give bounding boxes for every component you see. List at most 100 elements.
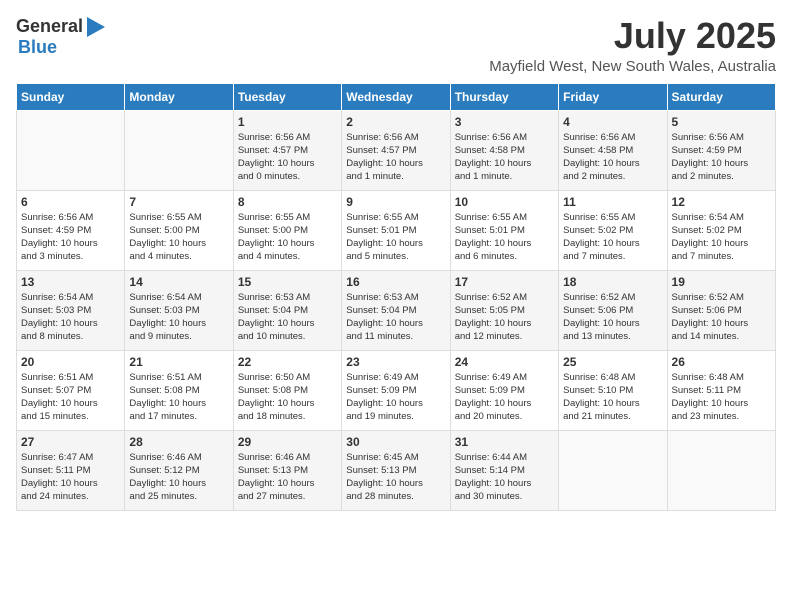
day-info: Sunrise: 6:49 AM Sunset: 5:09 PM Dayligh… xyxy=(455,371,554,424)
calendar-cell: 31 Sunrise: 6:44 AM Sunset: 5:14 PM Dayli… xyxy=(450,430,558,510)
title-block: July 2025 Mayfield West, New South Wales… xyxy=(489,16,776,75)
day-info: Sunrise: 6:55 AM Sunset: 5:02 PM Dayligh… xyxy=(563,211,662,264)
day-info: Sunrise: 6:54 AM Sunset: 5:02 PM Dayligh… xyxy=(672,211,771,264)
calendar-cell: 28 Sunrise: 6:46 AM Sunset: 5:12 PM Dayli… xyxy=(125,430,233,510)
calendar-cell: 15 Sunrise: 6:53 AM Sunset: 5:04 PM Dayli… xyxy=(233,270,341,350)
page-header: General Blue July 2025 Mayfield West, Ne… xyxy=(16,16,776,75)
calendar-cell: 5 Sunrise: 6:56 AM Sunset: 4:59 PM Daylig… xyxy=(667,110,775,190)
column-header-thursday: Thursday xyxy=(450,83,558,110)
header-row: SundayMondayTuesdayWednesdayThursdayFrid… xyxy=(17,83,776,110)
day-info: Sunrise: 6:45 AM Sunset: 5:13 PM Dayligh… xyxy=(346,451,445,504)
day-info: Sunrise: 6:44 AM Sunset: 5:14 PM Dayligh… xyxy=(455,451,554,504)
logo-general-text: General xyxy=(16,16,83,37)
calendar-cell: 7 Sunrise: 6:55 AM Sunset: 5:00 PM Daylig… xyxy=(125,190,233,270)
day-info: Sunrise: 6:50 AM Sunset: 5:08 PM Dayligh… xyxy=(238,371,337,424)
day-number: 31 xyxy=(455,435,554,449)
calendar-cell xyxy=(667,430,775,510)
calendar-cell: 22 Sunrise: 6:50 AM Sunset: 5:08 PM Dayli… xyxy=(233,350,341,430)
calendar-cell: 6 Sunrise: 6:56 AM Sunset: 4:59 PM Daylig… xyxy=(17,190,125,270)
day-number: 14 xyxy=(129,275,228,289)
calendar-week-1: 1 Sunrise: 6:56 AM Sunset: 4:57 PM Daylig… xyxy=(17,110,776,190)
calendar-cell: 11 Sunrise: 6:55 AM Sunset: 5:02 PM Dayli… xyxy=(559,190,667,270)
calendar-cell: 17Sunrise: 6:52 AM Sunset: 5:05 PM Dayli… xyxy=(450,270,558,350)
calendar-cell: 29Sunrise: 6:46 AM Sunset: 5:13 PM Dayli… xyxy=(233,430,341,510)
calendar-cell: 21Sunrise: 6:51 AM Sunset: 5:08 PM Dayli… xyxy=(125,350,233,430)
day-info: Sunrise: 6:54 AM Sunset: 5:03 PM Dayligh… xyxy=(129,291,228,344)
day-number: 30 xyxy=(346,435,445,449)
calendar-cell: 13 Sunrise: 6:54 AM Sunset: 5:03 PM Dayli… xyxy=(17,270,125,350)
calendar-cell: 26Sunrise: 6:48 AM Sunset: 5:11 PM Dayli… xyxy=(667,350,775,430)
column-header-saturday: Saturday xyxy=(667,83,775,110)
day-number: 1 xyxy=(238,115,337,129)
logo: General Blue xyxy=(16,16,105,58)
day-number: 16 xyxy=(346,275,445,289)
calendar-cell: 12 Sunrise: 6:54 AM Sunset: 5:02 PM Dayli… xyxy=(667,190,775,270)
calendar-cell: 19 Sunrise: 6:52 AM Sunset: 5:06 PM Dayli… xyxy=(667,270,775,350)
day-number: 10 xyxy=(455,195,554,209)
calendar-cell xyxy=(125,110,233,190)
calendar-cell: 30 Sunrise: 6:45 AM Sunset: 5:13 PM Dayli… xyxy=(342,430,450,510)
day-info: Sunrise: 6:46 AM Sunset: 5:12 PM Dayligh… xyxy=(129,451,228,504)
calendar-cell: 14 Sunrise: 6:54 AM Sunset: 5:03 PM Dayli… xyxy=(125,270,233,350)
day-number: 6 xyxy=(21,195,120,209)
column-header-friday: Friday xyxy=(559,83,667,110)
calendar-week-3: 13 Sunrise: 6:54 AM Sunset: 5:03 PM Dayli… xyxy=(17,270,776,350)
day-number: 2 xyxy=(346,115,445,129)
day-info: Sunrise: 6:56 AM Sunset: 4:59 PM Dayligh… xyxy=(21,211,120,264)
logo-arrow-icon xyxy=(87,17,105,37)
day-number: 15 xyxy=(238,275,337,289)
day-number: 21 xyxy=(129,355,228,369)
day-info: Sunrise: 6:46 AM Sunset: 5:13 PM Dayligh… xyxy=(238,451,337,504)
column-header-tuesday: Tuesday xyxy=(233,83,341,110)
day-info: Sunrise: 6:48 AM Sunset: 5:10 PM Dayligh… xyxy=(563,371,662,424)
calendar-cell: 8 Sunrise: 6:55 AM Sunset: 5:00 PM Daylig… xyxy=(233,190,341,270)
calendar-week-4: 20Sunrise: 6:51 AM Sunset: 5:07 PM Dayli… xyxy=(17,350,776,430)
calendar-cell: 25 Sunrise: 6:48 AM Sunset: 5:10 PM Dayli… xyxy=(559,350,667,430)
day-number: 25 xyxy=(563,355,662,369)
calendar-cell: 10Sunrise: 6:55 AM Sunset: 5:01 PM Dayli… xyxy=(450,190,558,270)
day-number: 4 xyxy=(563,115,662,129)
month-title: July 2025 xyxy=(489,16,776,56)
day-info: Sunrise: 6:52 AM Sunset: 5:06 PM Dayligh… xyxy=(672,291,771,344)
calendar-cell: 4Sunrise: 6:56 AM Sunset: 4:58 PM Daylig… xyxy=(559,110,667,190)
calendar-header: SundayMondayTuesdayWednesdayThursdayFrid… xyxy=(17,83,776,110)
day-info: Sunrise: 6:55 AM Sunset: 5:01 PM Dayligh… xyxy=(346,211,445,264)
day-info: Sunrise: 6:54 AM Sunset: 5:03 PM Dayligh… xyxy=(21,291,120,344)
day-number: 23 xyxy=(346,355,445,369)
calendar-cell: 1 Sunrise: 6:56 AM Sunset: 4:57 PM Daylig… xyxy=(233,110,341,190)
day-number: 11 xyxy=(563,195,662,209)
day-info: Sunrise: 6:56 AM Sunset: 4:59 PM Dayligh… xyxy=(672,131,771,184)
day-number: 20 xyxy=(21,355,120,369)
day-number: 8 xyxy=(238,195,337,209)
calendar-cell: 18Sunrise: 6:52 AM Sunset: 5:06 PM Dayli… xyxy=(559,270,667,350)
day-number: 17 xyxy=(455,275,554,289)
day-info: Sunrise: 6:55 AM Sunset: 5:00 PM Dayligh… xyxy=(238,211,337,264)
day-info: Sunrise: 6:52 AM Sunset: 5:06 PM Dayligh… xyxy=(563,291,662,344)
day-number: 12 xyxy=(672,195,771,209)
day-number: 3 xyxy=(455,115,554,129)
day-info: Sunrise: 6:55 AM Sunset: 5:00 PM Dayligh… xyxy=(129,211,228,264)
calendar-week-2: 6 Sunrise: 6:56 AM Sunset: 4:59 PM Daylig… xyxy=(17,190,776,270)
day-number: 22 xyxy=(238,355,337,369)
day-info: Sunrise: 6:56 AM Sunset: 4:58 PM Dayligh… xyxy=(455,131,554,184)
calendar-table: SundayMondayTuesdayWednesdayThursdayFrid… xyxy=(16,83,776,511)
day-number: 7 xyxy=(129,195,228,209)
calendar-cell: 16 Sunrise: 6:53 AM Sunset: 5:04 PM Dayli… xyxy=(342,270,450,350)
column-header-wednesday: Wednesday xyxy=(342,83,450,110)
day-info: Sunrise: 6:47 AM Sunset: 5:11 PM Dayligh… xyxy=(21,451,120,504)
location-subtitle: Mayfield West, New South Wales, Australi… xyxy=(489,58,776,75)
day-number: 28 xyxy=(129,435,228,449)
calendar-cell xyxy=(17,110,125,190)
calendar-body: 1 Sunrise: 6:56 AM Sunset: 4:57 PM Daylig… xyxy=(17,110,776,510)
calendar-cell: 2Sunrise: 6:56 AM Sunset: 4:57 PM Daylig… xyxy=(342,110,450,190)
day-number: 19 xyxy=(672,275,771,289)
calendar-cell: 23Sunrise: 6:49 AM Sunset: 5:09 PM Dayli… xyxy=(342,350,450,430)
day-info: Sunrise: 6:56 AM Sunset: 4:57 PM Dayligh… xyxy=(238,131,337,184)
day-number: 13 xyxy=(21,275,120,289)
calendar-cell: 3 Sunrise: 6:56 AM Sunset: 4:58 PM Daylig… xyxy=(450,110,558,190)
day-info: Sunrise: 6:53 AM Sunset: 5:04 PM Dayligh… xyxy=(346,291,445,344)
calendar-cell: 9Sunrise: 6:55 AM Sunset: 5:01 PM Daylig… xyxy=(342,190,450,270)
day-number: 5 xyxy=(672,115,771,129)
day-number: 27 xyxy=(21,435,120,449)
day-info: Sunrise: 6:53 AM Sunset: 5:04 PM Dayligh… xyxy=(238,291,337,344)
